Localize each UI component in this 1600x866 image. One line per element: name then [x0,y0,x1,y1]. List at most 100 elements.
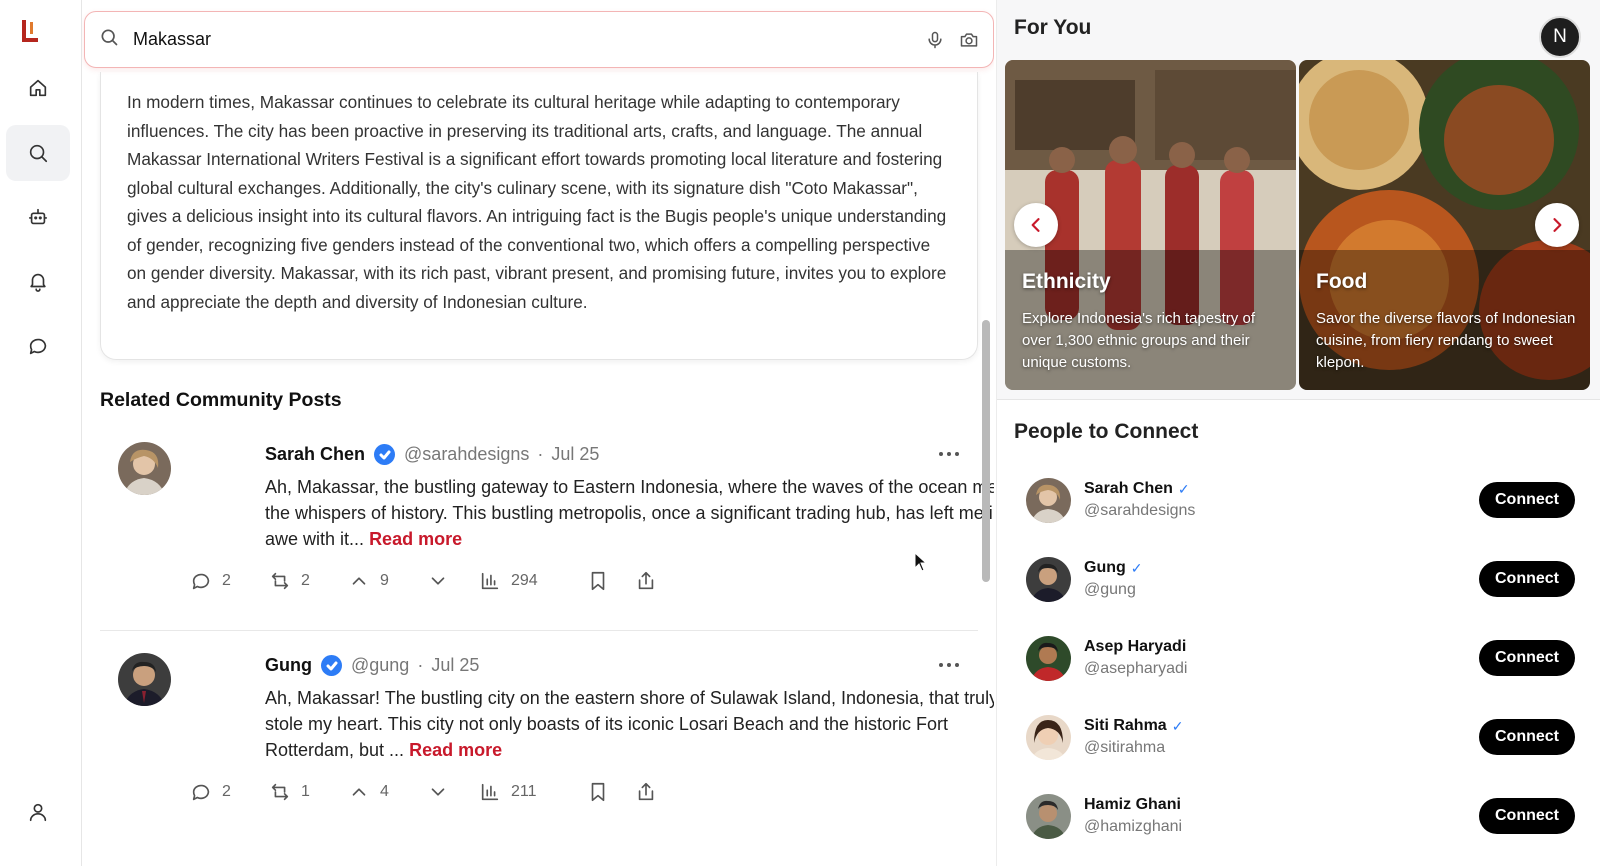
repost-count: 2 [301,572,310,589]
nav-profile[interactable] [6,784,70,840]
connect-button[interactable]: Connect [1479,482,1575,518]
user-avatar[interactable]: N [1539,16,1581,58]
downvote-button[interactable] [427,781,479,803]
nav-search[interactable] [6,125,70,181]
avatar[interactable] [1026,636,1071,681]
bookmark-icon [591,782,605,802]
post-date: Jul 25 [551,444,600,464]
carousel-prev-button[interactable] [1014,203,1058,247]
verified-check-icon: ✓ [1171,717,1184,734]
views-count: 294 [511,572,538,589]
repost-icon [271,783,289,801]
views-button[interactable]: 211 [479,781,587,803]
bell-icon [30,273,46,292]
scrollbar[interactable] [982,320,990,582]
post-actions: 2 2 9 294 [190,570,657,592]
person-name[interactable]: Sarah Chen [1084,480,1173,498]
search-input[interactable] [133,29,893,50]
share-button[interactable] [635,781,657,803]
bookmark-button[interactable] [587,570,635,592]
person-name[interactable]: Hamiz Ghani [1084,796,1181,814]
upvote-icon [352,788,366,796]
person-row: Asep Haryadi @asepharyadi Connect [997,636,1600,696]
nav-assistant[interactable] [6,189,70,245]
person-handle: @hamizghani [1084,818,1183,835]
community-post: Sarah Chen @sarahdesigns · Jul 25 Ah, Ma… [100,442,994,612]
nav-messages[interactable] [6,318,70,374]
nav-notifications[interactable] [6,253,70,309]
app: In modern times, Makassar continues to c… [0,0,1600,866]
bookmark-button[interactable] [587,781,635,803]
author-handle[interactable]: @gung [351,655,409,676]
more-icon[interactable] [938,450,960,458]
comment-count: 2 [222,572,231,589]
views-count: 211 [511,783,537,800]
connect-button[interactable]: Connect [1479,561,1575,597]
profile-icon [29,803,47,822]
author-name[interactable]: Sarah Chen [265,444,365,465]
nav-home[interactable] [6,60,70,116]
connect-button[interactable]: Connect [1479,798,1575,834]
read-more-link[interactable]: Read more [409,740,502,760]
left-sidebar [0,0,82,866]
separator-dot: · [537,444,544,464]
upvote-button[interactable]: 9 [348,570,427,592]
person-handle: @sitirahma [1084,739,1166,756]
verified-badge-icon [321,655,342,676]
repost-button[interactable]: 1 [269,781,348,803]
carousel-next-button[interactable] [1535,203,1579,247]
search-icon [29,144,48,163]
card-title: Food [1316,270,1368,293]
verified-check-icon: ✓ [1130,559,1143,576]
mic-icon[interactable] [925,30,945,50]
article-card: In modern times, Makassar continues to c… [100,72,978,360]
chevron-right-icon [1553,218,1562,232]
more-icon[interactable] [938,661,960,669]
chat-icon [29,338,47,355]
avatar[interactable] [118,653,171,706]
upvote-button[interactable]: 4 [348,781,427,803]
share-button[interactable] [635,570,657,592]
comment-button[interactable]: 2 [190,781,269,803]
post-body: Ah, Makassar! The bustling city on the e… [265,685,994,763]
person-row: Gung ✓ @gung Connect [997,557,1600,617]
camera-icon[interactable] [959,30,979,50]
person-handle: @gung [1084,581,1136,598]
avatar[interactable] [1026,794,1071,839]
views-button[interactable]: 294 [479,570,587,592]
person-name[interactable]: Siti Rahma [1084,717,1167,735]
downvote-button[interactable] [427,570,479,592]
person-row: Siti Rahma ✓ @sitirahma Connect [997,715,1600,775]
repost-icon [271,572,289,590]
robot-icon [28,208,48,225]
read-more-link[interactable]: Read more [369,529,462,549]
for-you-title: For You [1014,16,1092,39]
avatar[interactable] [1026,557,1071,602]
connect-button[interactable]: Connect [1479,640,1575,676]
post-text: Ah, Makassar! The bustling city on the e… [265,688,994,760]
person-row: Sarah Chen ✓ @sarahdesigns Connect [997,478,1600,538]
connect-button[interactable]: Connect [1479,719,1575,755]
post-date: Jul 25 [431,655,480,675]
person-name[interactable]: Asep Haryadi [1084,638,1186,656]
avatar[interactable] [1026,715,1071,760]
verified-badge-icon [374,444,396,465]
comment-count: 2 [222,783,231,800]
section-title: Related Community Posts [100,389,342,411]
comment-button[interactable]: 2 [190,570,269,592]
chevron-left-icon [1031,218,1040,232]
search-icon [99,27,119,52]
repost-button[interactable]: 2 [269,570,348,592]
avatar[interactable] [118,442,171,495]
views-icon [481,572,499,590]
avatar[interactable] [1026,478,1071,523]
post-divider [100,630,978,631]
author-name[interactable]: Gung [265,655,312,676]
card-title: Ethnicity [1022,270,1111,293]
logo-icon[interactable] [20,18,42,44]
share-icon [638,782,654,801]
author-handle[interactable]: @sarahdesigns [404,444,529,465]
home-icon [29,79,47,97]
views-icon [481,783,499,801]
person-name[interactable]: Gung [1084,559,1126,577]
